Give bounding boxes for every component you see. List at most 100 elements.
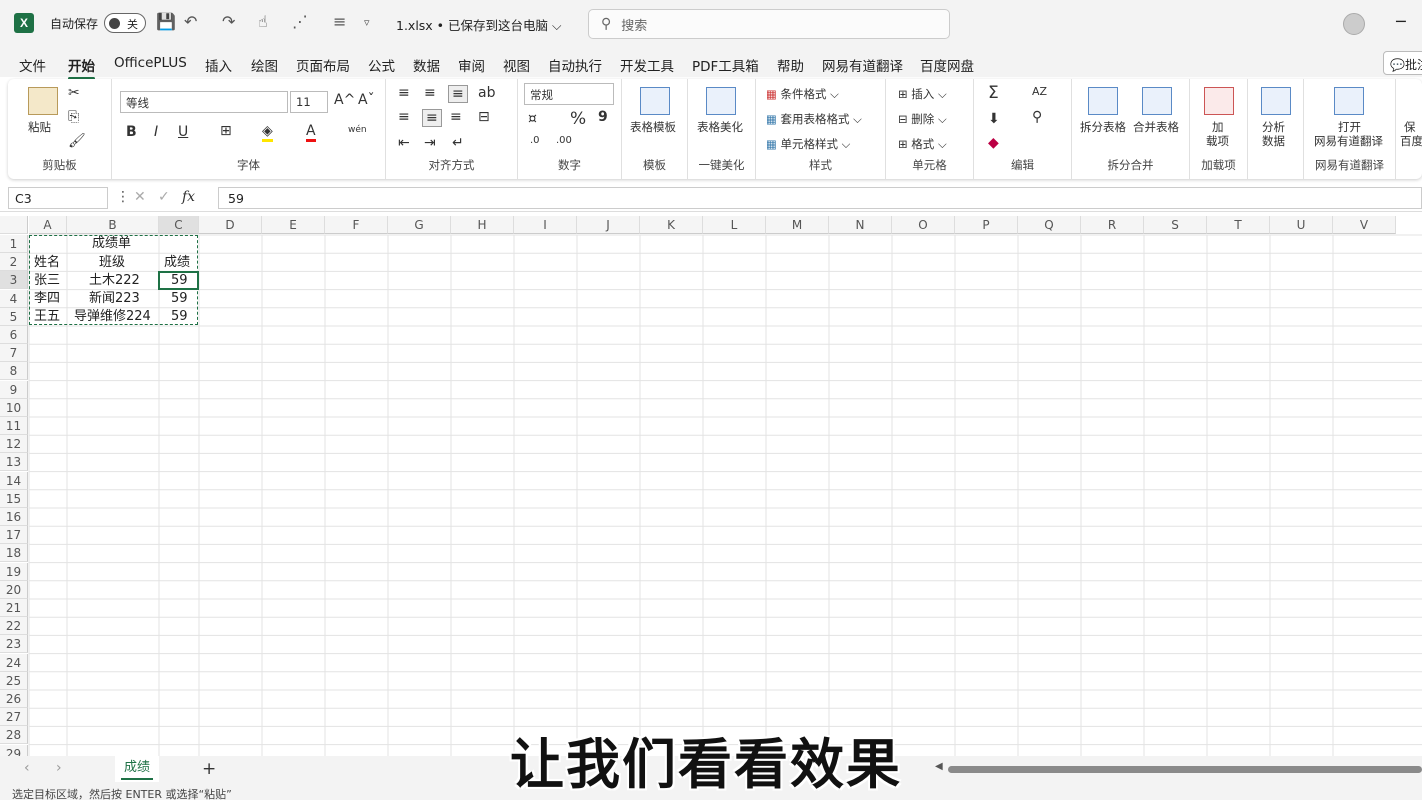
column-header-n[interactable]: N (829, 216, 892, 234)
column-header-v[interactable]: V (1333, 216, 1396, 234)
sheet-tab-scores[interactable]: 成绩 (115, 756, 159, 782)
addins-button-line2[interactable]: 载项 (1206, 133, 1229, 149)
merge-table-button[interactable]: 合并表格 (1133, 119, 1179, 135)
format-as-table-button[interactable]: ▦ 套用表格格式 ⌵ (766, 111, 862, 127)
tab-pdf-tools[interactable]: PDF工具箱 (692, 55, 759, 75)
underline-button[interactable]: U (178, 124, 188, 140)
row-header-1[interactable]: 1 (0, 235, 28, 253)
column-header-p[interactable]: P (955, 216, 1018, 234)
align-center-icon[interactable]: ≡ (422, 109, 442, 127)
row-header-29[interactable]: 29 (0, 744, 28, 756)
fill-icon[interactable]: ⬇ (988, 111, 1000, 127)
row-header-9[interactable]: 9 (0, 380, 28, 399)
column-header-e[interactable]: E (262, 216, 325, 234)
cell-styles-button[interactable]: ▦ 单元格样式 ⌵ (766, 136, 850, 152)
tab-insert[interactable]: 插入 (205, 55, 232, 75)
percent-button[interactable]: % (570, 109, 586, 129)
row-header-6[interactable]: 6 (0, 326, 28, 344)
search-box[interactable]: ⚲ 搜索 (588, 9, 950, 39)
increase-font-icon[interactable]: A^ (334, 92, 355, 108)
tab-review[interactable]: 审阅 (458, 55, 485, 75)
row-header-5[interactable]: 5 (0, 307, 28, 326)
minimize-button[interactable]: ─ (1396, 12, 1406, 31)
addins-icon[interactable] (1204, 87, 1234, 115)
save-icon[interactable]: 💾 (156, 12, 176, 31)
row-header-3[interactable]: 3 (0, 271, 28, 290)
tab-formulas[interactable]: 公式 (368, 55, 395, 75)
column-header-h[interactable]: H (451, 216, 514, 234)
column-header-s[interactable]: S (1144, 216, 1207, 234)
formula-input[interactable]: 59 (218, 187, 1422, 209)
align-top-icon[interactable]: ≡ (398, 85, 410, 101)
wrap-text-icon[interactable]: ↵ (452, 135, 464, 151)
row-header-14[interactable]: 14 (0, 471, 28, 490)
customize-quick-access-icon[interactable]: ▿ (364, 16, 370, 29)
align-left-icon[interactable]: ≡ (398, 109, 410, 125)
currency-icon[interactable]: ¤ (528, 111, 537, 127)
tab-automate[interactable]: 自动执行 (548, 55, 602, 75)
horizontal-scrollbar[interactable] (948, 766, 1422, 773)
tab-page-layout[interactable]: 页面布局 (296, 55, 350, 75)
orientation-icon[interactable]: ab (478, 85, 495, 101)
row-header-2[interactable]: 2 (0, 253, 28, 272)
insert-function-icon[interactable]: fx (182, 189, 195, 205)
align-bottom-icon[interactable]: ≡ (448, 85, 468, 103)
table-template-button[interactable]: 表格模板 (630, 119, 676, 135)
tab-youdao[interactable]: 网易有道翻译 (822, 55, 903, 75)
number-format-select[interactable]: 常规 (524, 83, 614, 105)
row-header-16[interactable]: 16 (0, 508, 28, 526)
row-header-19[interactable]: 19 (0, 562, 28, 581)
enter-icon[interactable]: ✓ (158, 189, 170, 205)
tab-data[interactable]: 数据 (413, 55, 440, 75)
table-template-icon[interactable] (640, 87, 670, 115)
column-header-t[interactable]: T (1207, 216, 1270, 234)
cancel-icon[interactable]: ✕ (134, 189, 146, 205)
row-header-27[interactable]: 27 (0, 708, 28, 727)
row-header-15[interactable]: 15 (0, 489, 28, 508)
cut-icon[interactable]: ✂ (68, 85, 80, 101)
row-header-12[interactable]: 12 (0, 435, 28, 454)
column-header-j[interactable]: J (577, 216, 640, 234)
row-header-10[interactable]: 10 (0, 398, 28, 417)
increase-indent-icon[interactable]: ⇥ (424, 135, 436, 151)
decrease-decimal-icon[interactable]: .00 (556, 135, 572, 146)
table-beautify-button[interactable]: 表格美化 (697, 119, 743, 135)
row-header-26[interactable]: 26 (0, 690, 28, 708)
column-header-o[interactable]: O (892, 216, 955, 234)
comma-button[interactable]: 9 (598, 109, 608, 125)
find-select-icon[interactable]: ⚲ (1032, 109, 1042, 125)
tab-file[interactable]: 文件 (19, 55, 46, 75)
tab-view[interactable]: 视图 (503, 55, 530, 75)
italic-button[interactable]: I (154, 124, 158, 140)
merge-center-icon[interactable]: ⊟ (478, 109, 490, 125)
clear-icon[interactable]: ◆ (988, 135, 999, 151)
sort-filter-icon[interactable]: AZ (1032, 85, 1047, 98)
undo-icon[interactable]: ↶ (184, 12, 197, 31)
column-header-k[interactable]: K (640, 216, 703, 234)
comments-button[interactable]: 💬批注 (1383, 51, 1422, 75)
user-avatar[interactable] (1343, 13, 1365, 35)
row-header-23[interactable]: 23 (0, 635, 28, 654)
tab-officeplus[interactable]: OfficePLUS (114, 55, 187, 71)
align-menu-icon[interactable]: ≡ (333, 12, 346, 31)
autosave-toggle[interactable]: 关 (104, 13, 146, 33)
row-header-21[interactable]: 21 (0, 599, 28, 617)
column-header-u[interactable]: U (1270, 216, 1333, 234)
table-beautify-icon[interactable] (706, 87, 736, 115)
paste-button[interactable]: 粘贴 (28, 119, 51, 135)
increase-decimal-icon[interactable]: .0 (530, 135, 540, 146)
document-title[interactable]: 1.xlsx • 已保存到这台电脑 ⌵ (396, 15, 561, 34)
decrease-indent-icon[interactable]: ⇤ (398, 135, 410, 151)
analyze-button-line2[interactable]: 数据 (1262, 133, 1285, 149)
tab-draw[interactable]: 绘图 (251, 55, 278, 75)
row-header-22[interactable]: 22 (0, 617, 28, 636)
merge-table-icon[interactable] (1142, 87, 1172, 115)
column-header-c[interactable]: C (159, 216, 199, 234)
column-header-r[interactable]: R (1081, 216, 1144, 234)
row-header-11[interactable]: 11 (0, 417, 28, 435)
align-middle-icon[interactable]: ≡ (424, 85, 436, 101)
more-icon[interactable]: ⋮ (116, 189, 130, 205)
tab-help[interactable]: 帮助 (777, 55, 804, 75)
column-header-d[interactable]: D (199, 216, 262, 234)
conditional-format-button[interactable]: ▦ 条件格式 ⌵ (766, 86, 839, 102)
